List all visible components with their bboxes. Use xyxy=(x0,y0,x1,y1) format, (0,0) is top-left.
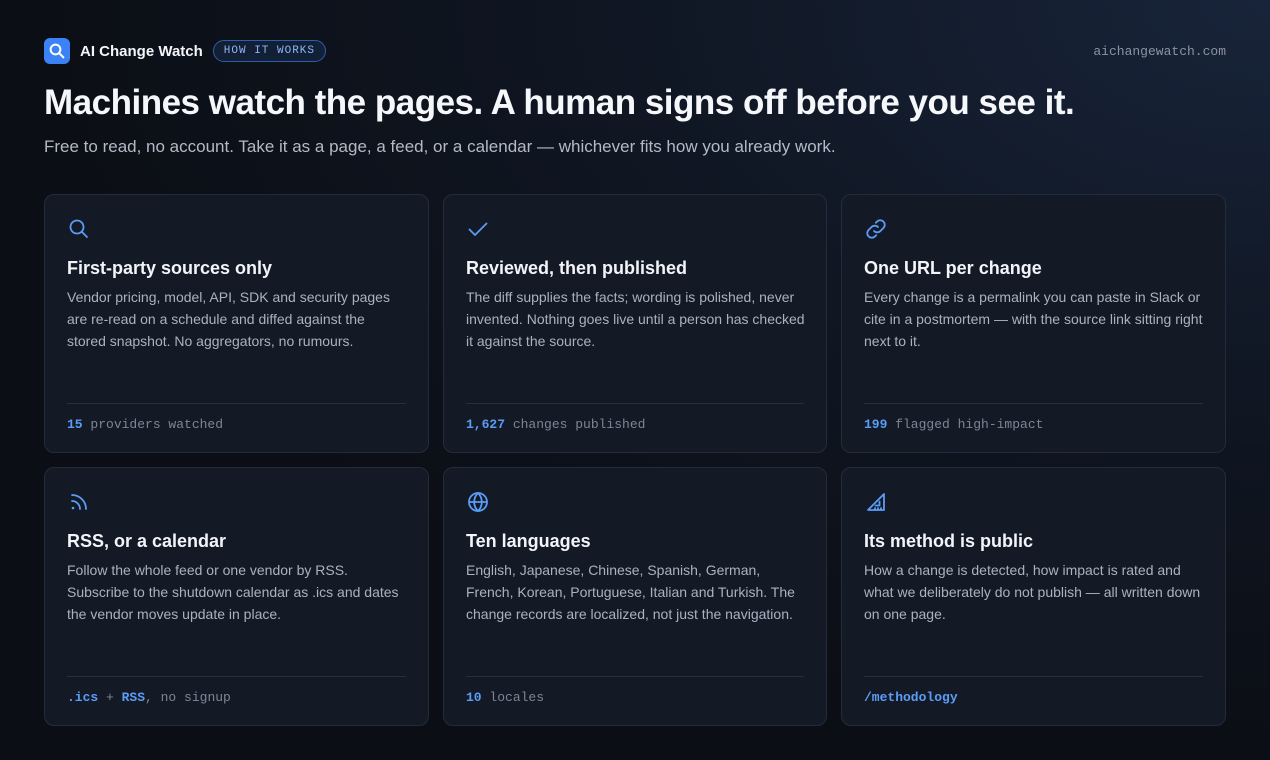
stat-value: 10 xyxy=(466,690,482,705)
stat-rss: RSS xyxy=(121,690,146,705)
card-text: How a change is detected, how impact is … xyxy=(864,562,1201,622)
feature-card-method: Its method is public How a change is det… xyxy=(841,467,1226,726)
logo[interactable] xyxy=(44,38,70,64)
page-title: Machines watch the pages. A human signs … xyxy=(44,83,1075,122)
card-stat: .ics + RSS, no signup xyxy=(67,676,406,705)
stat-label: flagged high-impact xyxy=(887,417,1044,432)
feature-grid: First-party sources only Vendor pricing,… xyxy=(44,194,1226,726)
stat-label: , no signup xyxy=(145,690,231,705)
feature-card-languages: Ten languages English, Japanese, Chinese… xyxy=(443,467,827,726)
methodology-link[interactable]: /methodology xyxy=(864,690,958,705)
stat-ics: .ics xyxy=(67,690,99,705)
stat-value: 199 xyxy=(864,417,888,432)
ruler-triangle-icon xyxy=(867,493,885,511)
stat-plus: + xyxy=(98,690,122,705)
stat-value: 1,627 xyxy=(466,417,506,432)
page-subtitle: Free to read, no account. Take it as a p… xyxy=(44,137,836,156)
card-stat: 15 providers watched xyxy=(67,403,406,432)
globe-icon xyxy=(468,491,488,513)
how-it-works-badge: HOW IT WORKS xyxy=(212,40,327,62)
card-text: The diff supplies the facts; wording is … xyxy=(466,289,805,349)
feature-card-permalink: One URL per change Every change is a per… xyxy=(841,194,1226,453)
card-title: Reviewed, then published xyxy=(466,258,688,278)
check-icon xyxy=(468,222,488,236)
top-bar: AI Change Watch HOW IT WORKS aichangewat… xyxy=(44,38,1226,64)
card-title: Its method is public xyxy=(864,531,1034,551)
card-text: Every change is a permalink you can past… xyxy=(864,289,1203,349)
card-text: English, Japanese, Chinese, Spanish, Ger… xyxy=(466,562,795,622)
card-text: Vendor pricing, model, API, SDK and secu… xyxy=(67,289,390,349)
card-title: First-party sources only xyxy=(67,258,273,278)
card-stat: 10 locales xyxy=(466,676,804,705)
card-title: RSS, or a calendar xyxy=(67,531,227,551)
rss-icon xyxy=(71,494,87,510)
search-icon xyxy=(49,43,65,59)
stat-label: changes published xyxy=(505,417,646,432)
stat-label: providers watched xyxy=(82,417,224,432)
card-title: Ten languages xyxy=(466,531,591,551)
stat-value: 15 xyxy=(67,417,83,432)
link-icon xyxy=(866,219,886,239)
feature-card-review: Reviewed, then published The diff suppli… xyxy=(443,194,827,453)
brand-name[interactable]: AI Change Watch xyxy=(80,43,203,60)
page: AI Change Watch HOW IT WORKS aichangewat… xyxy=(44,38,1226,726)
card-stat: 199 flagged high-impact xyxy=(864,403,1203,432)
card-stat: 1,627 changes published xyxy=(466,403,804,432)
domain-link[interactable]: aichangewatch.com xyxy=(1093,44,1226,59)
stat-label: locales xyxy=(481,690,545,705)
card-title: One URL per change xyxy=(864,258,1042,278)
feature-card-feeds: RSS, or a calendar Follow the whole feed… xyxy=(44,467,429,726)
card-stat: /methodology xyxy=(864,676,1203,705)
feature-card-sources: First-party sources only Vendor pricing,… xyxy=(44,194,429,453)
card-text: Follow the whole feed or one vendor by R… xyxy=(67,562,399,622)
search-icon xyxy=(69,219,88,238)
